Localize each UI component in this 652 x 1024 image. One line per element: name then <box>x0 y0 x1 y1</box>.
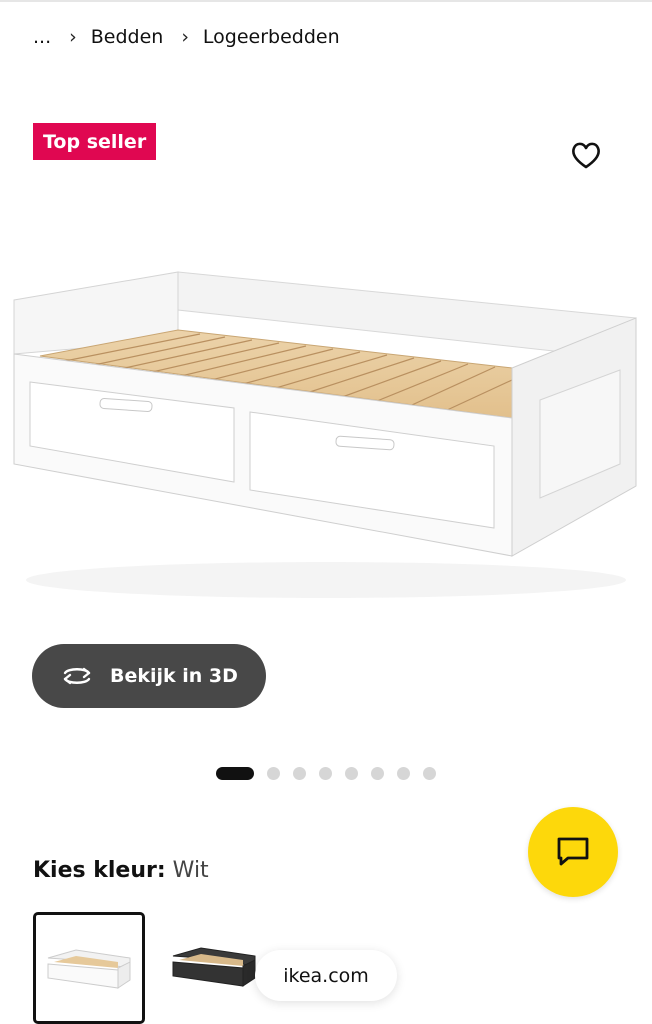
choose-color-label: Kies kleur: <box>33 858 166 883</box>
top-divider <box>0 0 652 2</box>
breadcrumb-link-logeerbedden[interactable]: Logeerbedden <box>203 26 340 48</box>
heart-outline-icon <box>572 142 600 169</box>
chat-bubble-icon <box>557 837 589 866</box>
view-in-3d-button[interactable]: Bekijk in 3D <box>32 644 266 708</box>
breadcrumb-ellipsis[interactable]: ... <box>33 26 51 48</box>
ikea-domain-pill[interactable]: ikea.com <box>255 950 397 1001</box>
color-selector-label: Kies kleur: Wit <box>33 858 209 883</box>
gallery-dot[interactable] <box>267 766 280 780</box>
gallery-dot[interactable] <box>371 766 384 780</box>
gallery-dot[interactable] <box>345 766 358 780</box>
gallery-dot[interactable] <box>319 766 332 780</box>
breadcrumb-link-bedden[interactable]: Bedden <box>91 26 164 48</box>
color-swatch-white[interactable] <box>33 912 145 1024</box>
product-image[interactable] <box>0 250 652 650</box>
color-swatch-black[interactable] <box>160 912 268 1020</box>
gallery-dot[interactable] <box>423 766 436 780</box>
gallery-dot[interactable] <box>397 766 410 780</box>
rotate-3d-icon <box>60 664 94 688</box>
chat-button[interactable] <box>528 807 618 897</box>
breadcrumb-separator-icon: › <box>181 26 189 48</box>
selected-color-value: Wit <box>172 858 209 883</box>
gallery-dot[interactable] <box>293 766 306 780</box>
breadcrumb-separator-icon: › <box>69 26 77 48</box>
breadcrumb: ... › Bedden › Logeerbedden <box>33 22 340 52</box>
view-in-3d-label: Bekijk in 3D <box>110 665 238 687</box>
gallery-pagination <box>216 766 436 780</box>
favorite-button[interactable] <box>568 138 604 172</box>
gallery-dot-active[interactable] <box>216 766 254 780</box>
top-seller-badge: Top seller <box>33 123 157 160</box>
